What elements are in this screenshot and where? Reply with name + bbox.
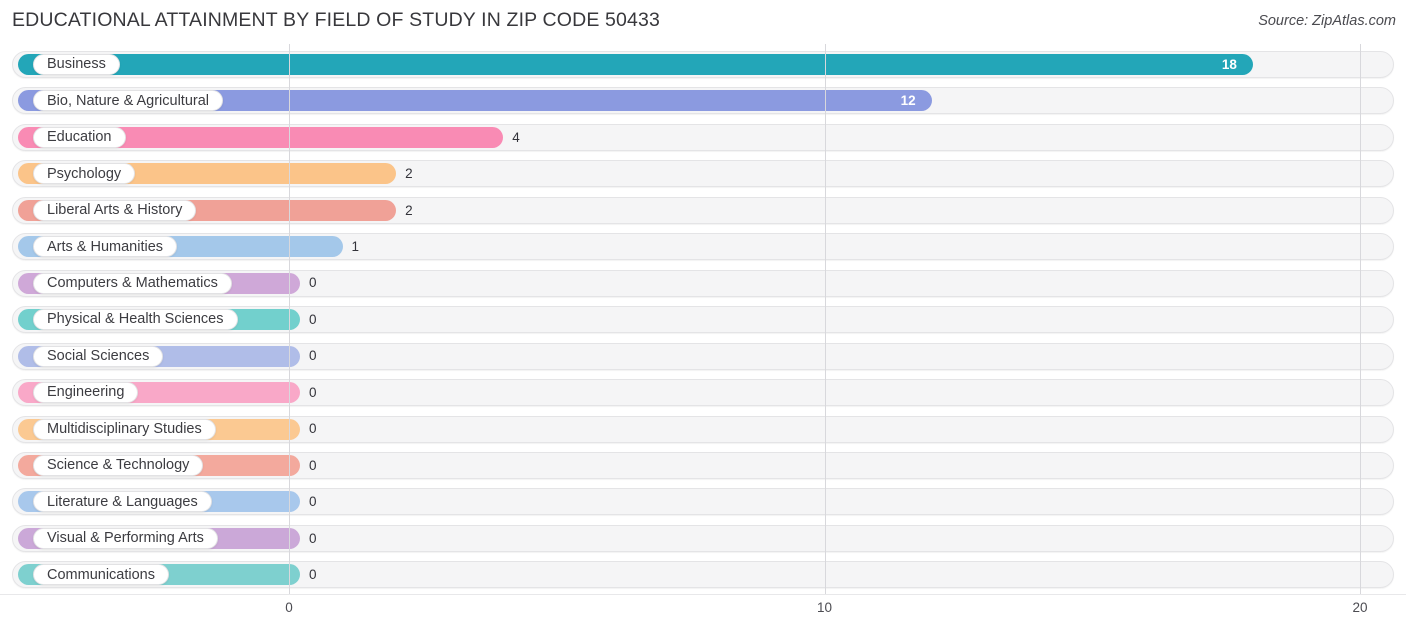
bar-row[interactable]: Multidisciplinary Studies 0 (12, 415, 1394, 443)
bar-category-text: Literature & Languages (47, 493, 198, 510)
bar-category-label: Literature & Languages (33, 491, 212, 513)
bar-value-label: 2 (405, 166, 413, 182)
bar-rows: Business 18 Bio, Nature & Agricultural 12 Ed… (0, 44, 1406, 594)
bar-value-label: 0 (309, 384, 317, 400)
bar-value-label: 0 (309, 567, 317, 583)
chart-plot-area: Business 18 Bio, Nature & Agricultural 12 Ed… (0, 44, 1406, 594)
source-attribution: Source: ZipAtlas.com (1258, 13, 1396, 29)
x-tick-label: 10 (816, 600, 833, 615)
bar-category-text: Engineering (47, 384, 125, 401)
bar-row[interactable]: Bio, Nature & Agricultural 12 (12, 87, 1394, 115)
bar-value-label: 18 (1221, 56, 1237, 72)
bar-category-label: Communications (33, 564, 169, 586)
bar-value-label: 0 (309, 311, 317, 327)
bar-category-text: Psychology (47, 165, 122, 182)
bar-value-label: 12 (900, 93, 916, 109)
bar-category-text: Multidisciplinary Studies (47, 420, 202, 437)
bar-category-label: Science & Technology (33, 454, 204, 476)
bar-row[interactable]: Computers & Mathematics 0 (12, 269, 1394, 297)
bar-value-label: 0 (309, 348, 317, 364)
bar-category-label: Education (33, 126, 126, 148)
bar-category-text: Computers & Mathematics (47, 274, 218, 291)
bar-category-label: Social Sciences (33, 345, 164, 367)
bar-row[interactable]: Liberal Arts & History 2 (12, 196, 1394, 224)
bar-value-label: 1 (351, 239, 360, 254)
bar-row[interactable]: Science & Technology 0 (12, 451, 1394, 479)
x-axis: 0 10 20 (0, 594, 1406, 631)
bar-value-label: 0 (309, 494, 317, 510)
bar-row[interactable]: Business 18 (12, 51, 1394, 78)
bar-category-label: Arts & Humanities (33, 236, 178, 258)
bar-row[interactable]: Communications 0 (12, 561, 1394, 589)
bar-row[interactable]: Social Sciences 0 (12, 342, 1394, 370)
bar-category-label: Multidisciplinary Studies (33, 418, 216, 440)
bar-category-text: Communications (47, 566, 155, 583)
bar-category-text: Education (47, 129, 112, 146)
bar-row[interactable]: Education 4 (12, 123, 1394, 151)
bar-category-label: Liberal Arts & History (33, 199, 197, 221)
page-title: EDUCATIONAL ATTAINMENT BY FIELD OF STUDY… (12, 9, 661, 31)
bar-row[interactable]: Engineering 0 (12, 379, 1394, 407)
bar-category-text: Visual & Performing Arts (47, 530, 204, 547)
bar-row[interactable]: Arts & Humanities 1 (12, 233, 1394, 261)
bar-value-label: 4 (512, 129, 520, 145)
bar-row[interactable]: Physical & Health Sciences 0 (12, 306, 1394, 334)
bar-category-label: Computers & Mathematics (33, 272, 232, 294)
bar-row[interactable]: Visual & Performing Arts 0 (12, 524, 1394, 552)
bar-category-text: Science & Technology (47, 457, 190, 474)
bar-category-label: Physical & Health Sciences (33, 309, 238, 331)
x-tick-label: 0 (285, 600, 293, 615)
bar-category-label: Engineering (33, 382, 139, 404)
bar-row[interactable]: Psychology 2 (12, 160, 1394, 188)
x-tick-label: 20 (1352, 600, 1368, 615)
bar-row[interactable]: Literature & Languages 0 (12, 488, 1394, 516)
bar-category-text: Arts & Humanities (47, 238, 164, 255)
bar-value-label: 0 (309, 457, 317, 473)
chart-header: EDUCATIONAL ATTAINMENT BY FIELD OF STUDY… (0, 0, 1406, 44)
bar-category-label: Psychology (33, 163, 136, 185)
bar-value-label: 0 (309, 275, 317, 291)
bar-category-text: Social Sciences (47, 347, 150, 364)
bar-value-label: 0 (309, 530, 317, 546)
bar-value-label: 0 (309, 421, 317, 437)
bar-category-text: Liberal Arts & History (47, 202, 183, 219)
bar-category-text: Physical & Health Sciences (47, 311, 224, 328)
bar-value-label: 2 (405, 202, 413, 218)
axis-rule (0, 594, 1406, 595)
bar-category-label: Visual & Performing Arts (33, 527, 218, 549)
